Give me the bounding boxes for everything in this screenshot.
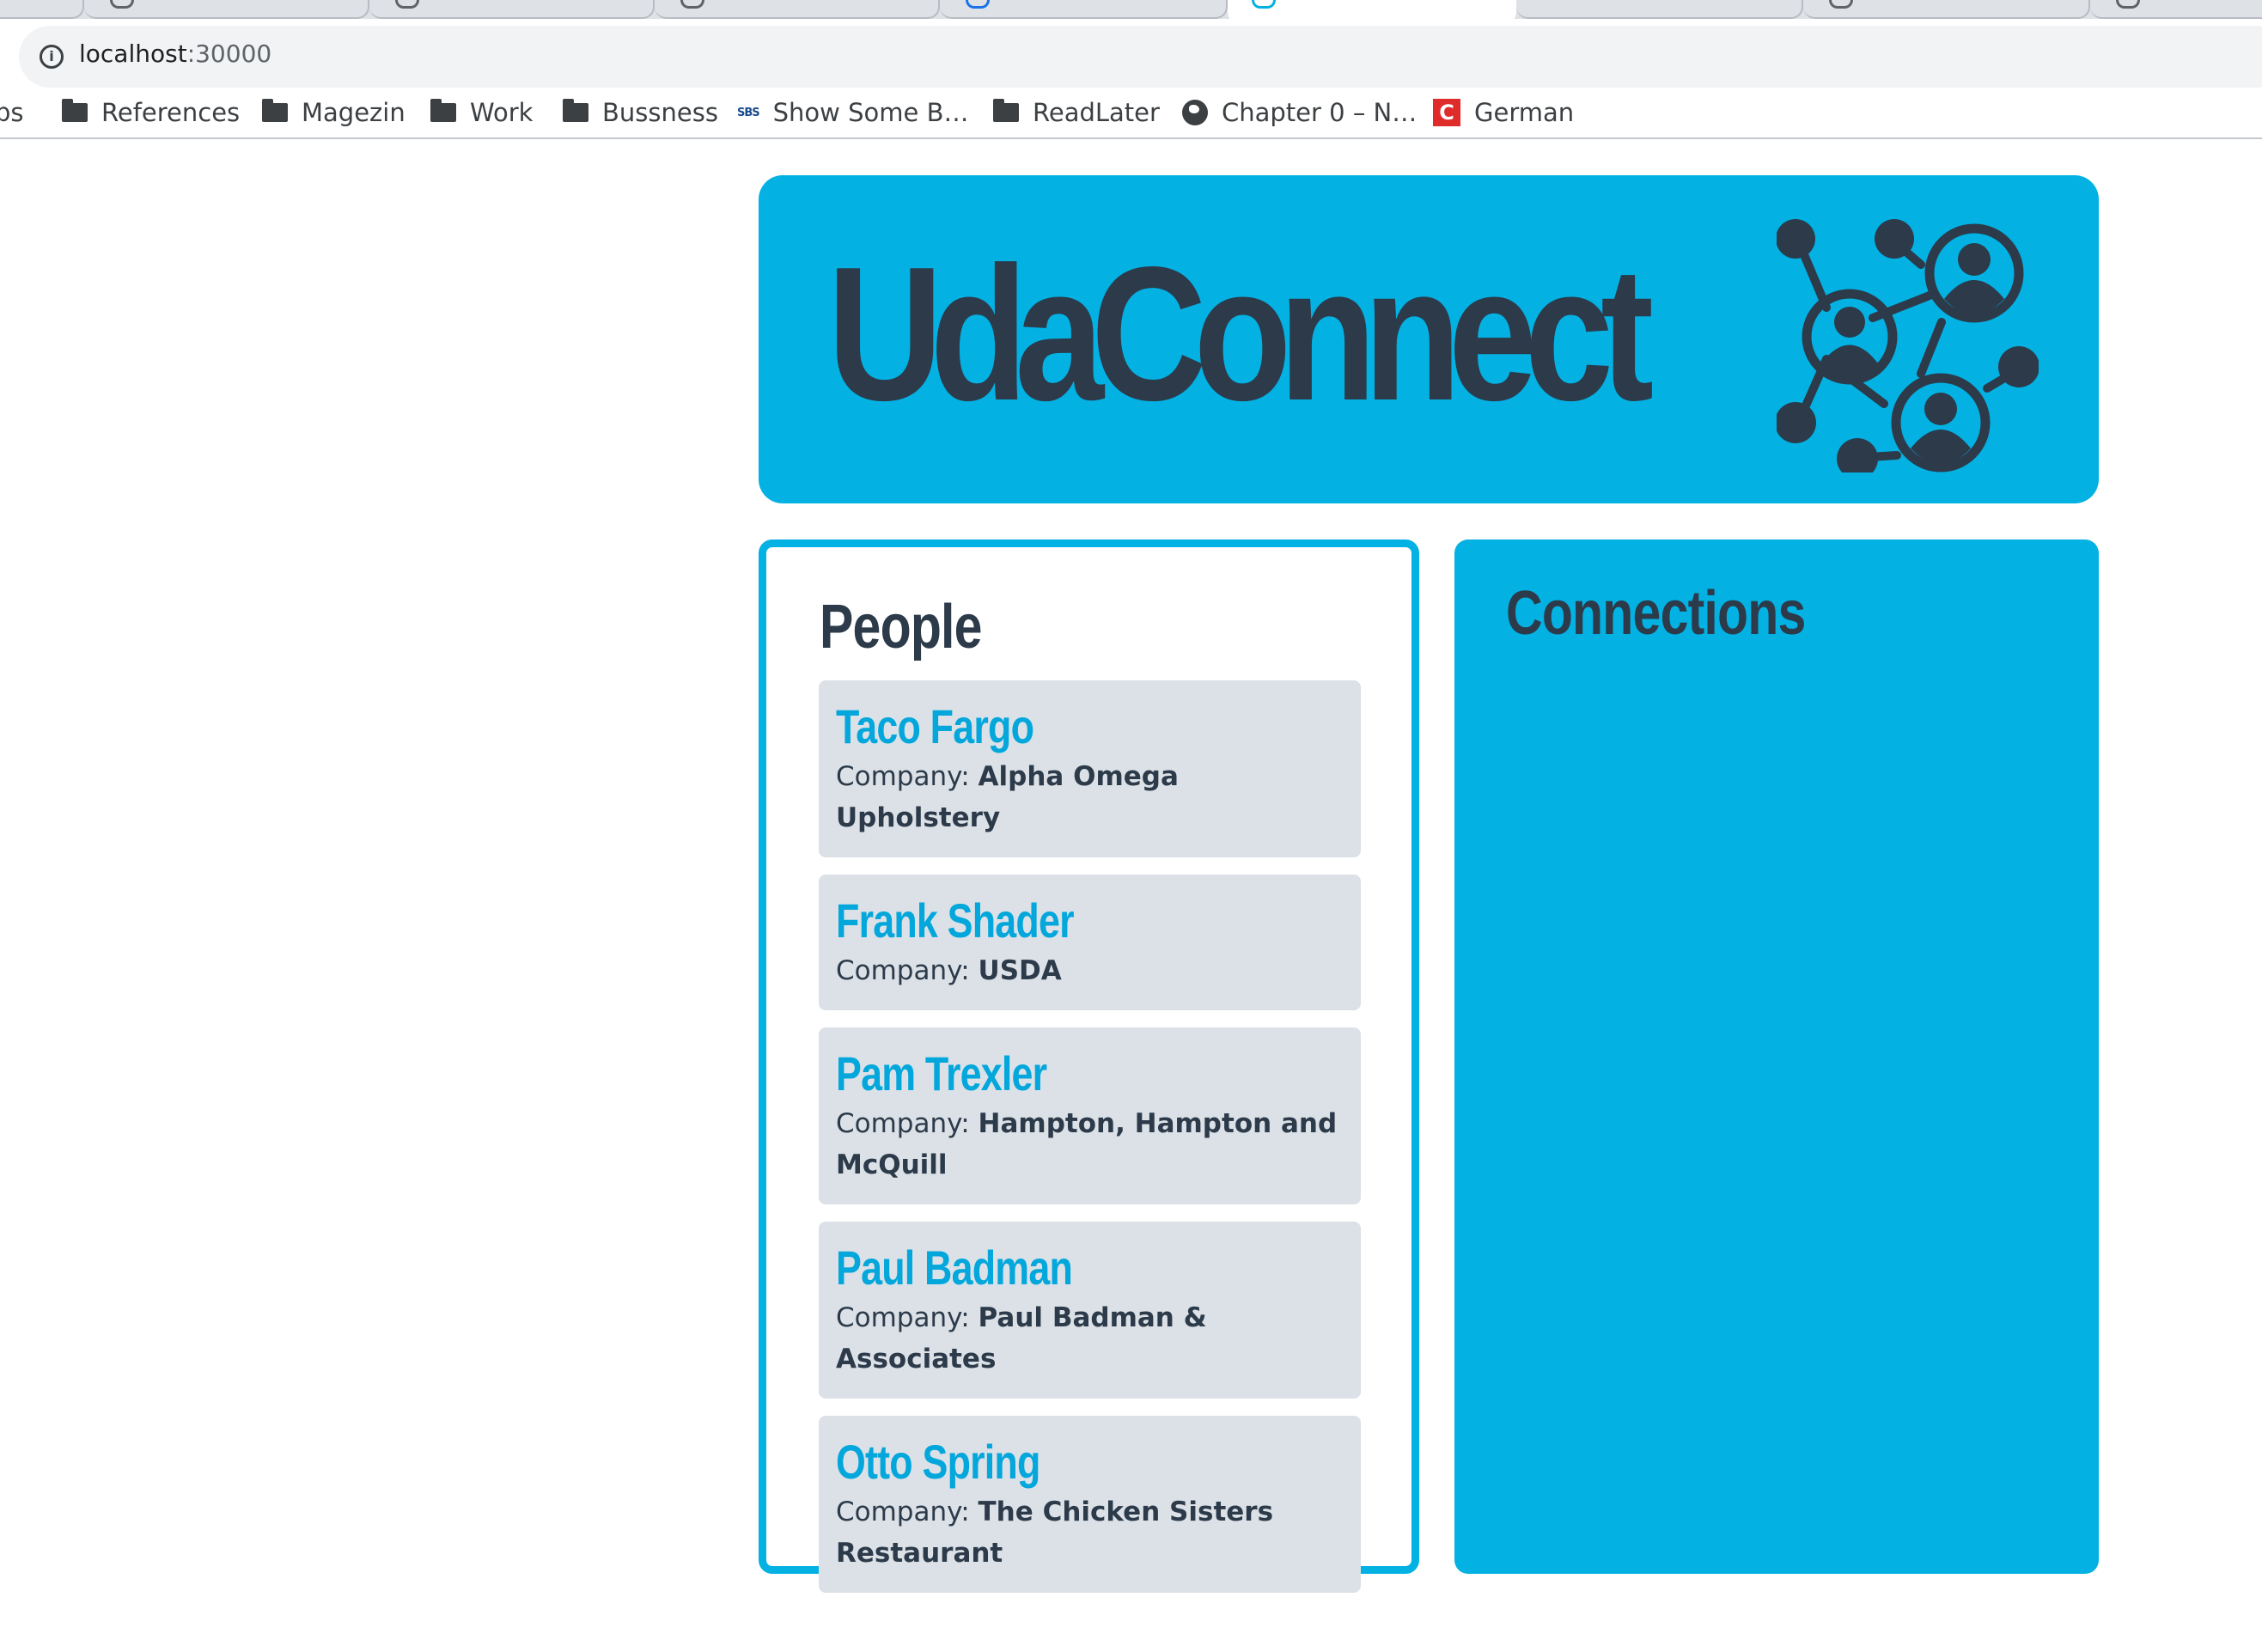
bookmark-chapter-0[interactable]: Chapter 0 – N… [1182, 98, 1417, 132]
bookmark-label: Work [470, 98, 533, 127]
bookmark-apps[interactable]: ps [0, 98, 24, 132]
bookmark-label: German [1474, 98, 1575, 127]
browser-tab[interactable] [655, 0, 940, 19]
folder-icon [62, 99, 88, 122]
company-label: Company: [836, 955, 970, 986]
tab-favicon-icon [966, 0, 990, 9]
person-name: Taco Fargo [836, 699, 1034, 753]
browser-tab[interactable] [940, 0, 1228, 19]
person-card[interactable]: Taco Fargo Company: Alpha Omega Upholste… [819, 680, 1361, 857]
person-name: Frank Shader [836, 893, 1075, 948]
tab-favicon-icon [110, 0, 134, 9]
people-heading: People [820, 593, 982, 661]
globe-icon [1182, 100, 1208, 125]
person-card[interactable]: Pam Trexler Company: Hampton, Hampton an… [819, 1027, 1361, 1204]
address-bar[interactable]: i localhost:30000 [19, 26, 2262, 88]
person-card[interactable]: Frank Shader Company: USDA [819, 875, 1361, 1010]
bookmark-label: Magezin [302, 98, 405, 127]
bookmark-label: Show Some B… [772, 98, 969, 127]
person-company: Company: Paul Badman & Associates [836, 1297, 1344, 1380]
bookmark-label: Chapter 0 – N… [1222, 98, 1418, 127]
url-port: :30000 [186, 40, 272, 68]
tab-favicon-icon [395, 0, 419, 9]
person-name: Pam Trexler [836, 1046, 1047, 1100]
person-name: Paul Badman [836, 1241, 1073, 1295]
folder-icon [430, 99, 456, 122]
person-company: Company: Alpha Omega Upholstery [836, 756, 1344, 838]
bookmark-readlater[interactable]: ReadLater [993, 98, 1160, 132]
browser-tab[interactable] [1516, 0, 1803, 19]
person-card[interactable]: Paul Badman Company: Paul Badman & Assoc… [819, 1222, 1361, 1399]
connections-panel: Connections [1454, 539, 2099, 1574]
network-people-icon [1777, 219, 2039, 472]
company-name: USDA [978, 955, 1062, 986]
tab-favicon-icon [1829, 0, 1853, 9]
bookmark-magezin[interactable]: Magezin [262, 98, 405, 132]
bookmark-label: ReadLater [1033, 98, 1160, 127]
folder-icon [993, 99, 1019, 122]
person-card[interactable]: Otto Spring Company: The Chicken Sisters… [819, 1416, 1361, 1593]
bookmark-show-some-b[interactable]: SBS Show Some B… [737, 98, 968, 132]
bookmark-label: References [101, 98, 241, 127]
bookmark-work[interactable]: Work [430, 98, 533, 132]
company-label: Company: [836, 1302, 970, 1333]
bookmark-bussness[interactable]: Bussness [563, 98, 718, 132]
browser-tab[interactable] [84, 0, 369, 19]
browser-tab[interactable] [2090, 0, 2262, 19]
company-label: Company: [836, 761, 970, 792]
bookmark-label: ps [0, 98, 24, 127]
tab-favicon-icon [680, 0, 704, 9]
company-label: Company: [836, 1108, 970, 1139]
info-icon[interactable]: i [40, 45, 64, 69]
c-icon: C [1433, 99, 1460, 126]
person-name: Otto Spring [836, 1435, 1040, 1489]
browser-tab[interactable] [0, 0, 84, 19]
person-company: Company: USDA [836, 950, 1344, 991]
person-company: Company: Hampton, Hampton and McQuill [836, 1103, 1344, 1186]
connections-heading: Connections [1506, 579, 1806, 648]
folder-icon [262, 99, 288, 122]
bookmarks-bar: ps References Magezin Work Bussness SBS S… [0, 91, 2262, 139]
browser-toolbar: i localhost:30000 ps References Magezin … [0, 19, 2262, 141]
app-title: UdaConnect [827, 228, 1654, 441]
url-host: localhost [79, 40, 187, 68]
sbs-icon: SBS [737, 106, 760, 119]
person-company: Company: The Chicken Sisters Restaurant [836, 1491, 1344, 1574]
people-panel: People Taco Fargo Company: Alpha Omega U… [759, 539, 1419, 1593]
folder-icon [563, 99, 588, 122]
tab-favicon-icon [1252, 0, 1276, 9]
browser-tab[interactable] [369, 0, 655, 19]
bookmark-german[interactable]: C German [1433, 98, 1574, 132]
bookmark-label: Bussness [602, 98, 718, 127]
person-list: Taco Fargo Company: Alpha Omega Upholste… [819, 680, 1361, 1610]
header-banner: UdaConnect [759, 175, 2099, 503]
browser-tab[interactable] [1803, 0, 2090, 19]
company-label: Company: [836, 1497, 970, 1527]
bookmark-references[interactable]: References [62, 98, 240, 132]
tab-favicon-icon [2116, 0, 2140, 9]
url-text[interactable]: localhost:30000 [79, 40, 271, 74]
